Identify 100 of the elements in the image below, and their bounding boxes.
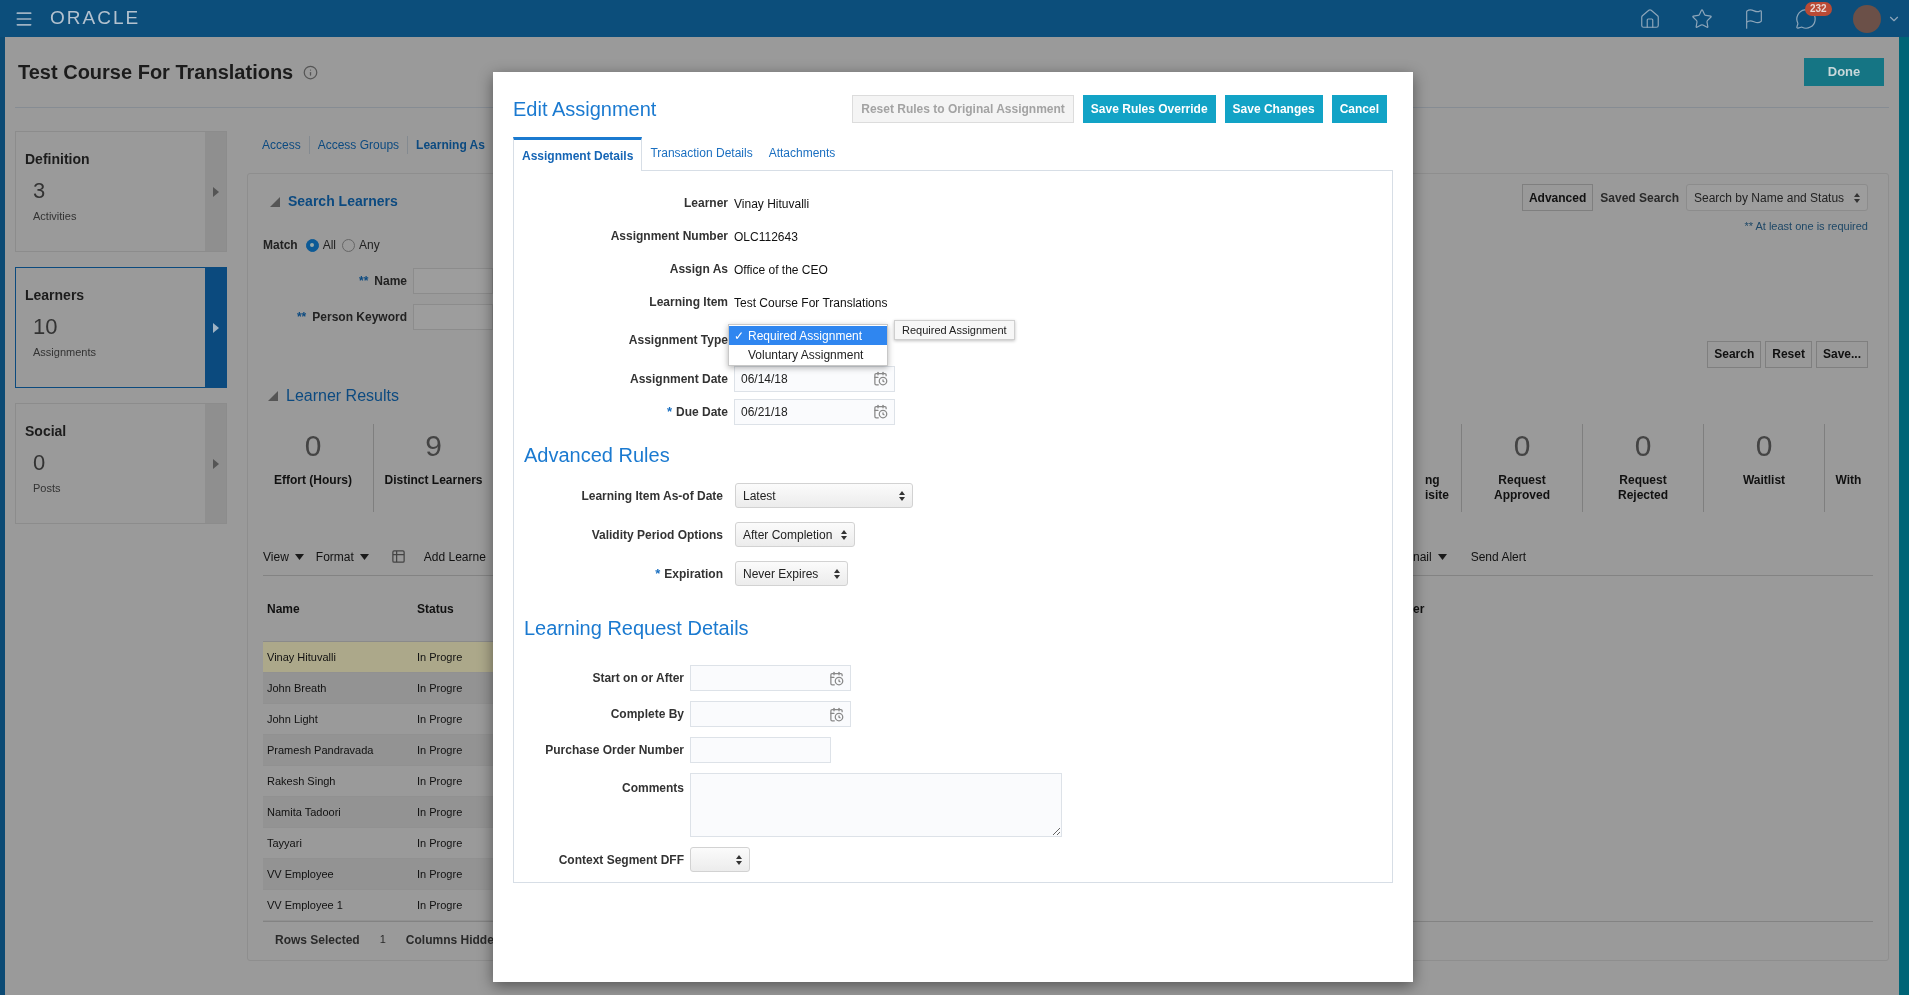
radio-option[interactable]: Any xyxy=(342,236,380,254)
match-label: Match xyxy=(263,237,298,254)
required-mark: ** xyxy=(296,309,307,326)
toolbar-button[interactable]: Send Alert xyxy=(1470,547,1527,566)
card-title: Social xyxy=(25,422,68,441)
section-heading: Learning Request Details xyxy=(524,616,750,641)
card-count: 3 xyxy=(32,178,47,204)
footer-label: Columns Hidde xyxy=(405,931,494,949)
table-cell-text: In Progre xyxy=(416,742,464,758)
table-cell-text: John Breath xyxy=(266,680,328,696)
page-tab[interactable]: Access xyxy=(262,136,309,154)
table-cell-text: In Progre xyxy=(416,804,464,820)
column-header: Name xyxy=(266,600,301,618)
comments-field[interactable] xyxy=(690,773,1062,837)
table-cell-text: In Progre xyxy=(416,649,464,665)
text-field[interactable] xyxy=(413,268,493,294)
page-tab[interactable]: Access Groups xyxy=(308,136,408,154)
info-icon[interactable] xyxy=(303,64,319,80)
done-button[interactable]: Done xyxy=(1804,58,1884,86)
date-field[interactable]: 06/21/18 xyxy=(734,398,895,425)
select-field[interactable]: Never Expires xyxy=(735,561,848,586)
calendar-icon[interactable] xyxy=(873,404,888,419)
calendar-icon[interactable] xyxy=(829,706,844,722)
metric-value: 0 xyxy=(1634,428,1652,464)
metric-label: Approved xyxy=(1494,488,1550,503)
side-card[interactable]: Social 0 Posts xyxy=(15,403,227,524)
table-row[interactable]: Vinay Hituvalli In Progre xyxy=(263,642,493,673)
field-label: Due Date xyxy=(676,403,728,421)
select-field[interactable]: After Completion xyxy=(735,522,855,547)
tooltip: Required Assignment xyxy=(894,320,1015,340)
field-label: Assignment Number xyxy=(610,227,728,245)
side-card[interactable]: Learners 10 Assignments xyxy=(15,267,227,388)
advanced-button[interactable]: Advanced xyxy=(1521,184,1594,211)
table-cell-text: In Progre xyxy=(416,680,464,696)
card-caption: Activities xyxy=(32,209,78,224)
field-label: Name xyxy=(374,273,407,290)
calendar-icon[interactable] xyxy=(829,670,844,686)
chevron-right-icon xyxy=(212,458,219,469)
toolbar-menu[interactable]: nail xyxy=(1413,547,1447,566)
required-mark: * xyxy=(666,402,672,421)
date-field[interactable]: 06/14/18 xyxy=(734,365,895,392)
home-icon[interactable] xyxy=(1639,7,1661,30)
saved-search-select[interactable]: Search by Name and Status xyxy=(1686,184,1868,211)
date-field[interactable] xyxy=(690,701,851,727)
table-row[interactable]: Pramesh Pandravada In Progre xyxy=(263,735,493,766)
sort-arrows-icon xyxy=(736,854,742,865)
search-form-button[interactable]: Reset xyxy=(1765,340,1812,368)
required-mark: * xyxy=(655,564,661,583)
side-card[interactable]: Definition 3 Activities xyxy=(15,131,227,252)
field-label: Purchase Order Number xyxy=(545,742,684,759)
star-icon[interactable] xyxy=(1691,7,1713,30)
radio-option[interactable]: All xyxy=(305,236,336,254)
field-value: Office of the CEO xyxy=(734,262,828,277)
table-cell-text: Vinay Hituvalli xyxy=(266,649,337,665)
metric-label: Effort (Hours) xyxy=(274,473,352,488)
field-label: Learner xyxy=(683,194,728,212)
metric-value: 9 xyxy=(425,428,442,464)
dialog-tab[interactable]: Attachments xyxy=(760,136,844,170)
table-cell-text: Pramesh Pandravada xyxy=(266,742,375,758)
date-field[interactable] xyxy=(690,665,851,691)
caret-icon xyxy=(1437,553,1447,560)
table-cell-text: In Progre xyxy=(416,897,464,913)
table-row[interactable]: John Breath In Progre xyxy=(263,673,493,704)
search-form-button[interactable]: Search xyxy=(1707,340,1762,368)
text-field[interactable] xyxy=(413,304,493,330)
table-row[interactable]: VV Employee In Progre xyxy=(263,859,493,890)
table-cell-text: VV Employee xyxy=(266,866,335,882)
card-caption: Posts xyxy=(32,481,62,496)
page-tab[interactable]: Learning As xyxy=(407,136,493,154)
select-field[interactable]: Latest xyxy=(735,483,913,508)
dialog-tab[interactable]: Transaction Details xyxy=(642,136,761,170)
caret-icon xyxy=(359,553,369,560)
saved-search-label: Saved Search xyxy=(1600,189,1679,207)
chevron-right-icon xyxy=(212,322,219,333)
dialog-tab[interactable]: Assignment Details xyxy=(513,137,643,171)
sort-arrows-icon xyxy=(834,568,840,579)
select-field[interactable] xyxy=(690,847,750,872)
dropdown-option[interactable]: ✓ Required Assignment xyxy=(729,326,887,345)
footer-value: 1 xyxy=(379,932,386,948)
metric-label: Request xyxy=(1619,473,1667,488)
search-form-button[interactable]: Save... xyxy=(1815,340,1868,368)
field-value: Vinay Hituvalli xyxy=(734,196,810,211)
flag-icon[interactable] xyxy=(1743,7,1765,30)
dropdown-option[interactable]: Voluntary Assignment xyxy=(729,345,887,364)
field-label: Learning Item xyxy=(649,293,728,311)
collapse-triangle-icon[interactable] xyxy=(270,196,280,207)
calendar-icon[interactable] xyxy=(873,371,888,386)
field-label: Assign As xyxy=(669,260,728,278)
section-title[interactable]: Search Learners xyxy=(288,191,398,212)
metric-label: isite xyxy=(1425,488,1449,503)
metric-label: With xyxy=(1835,473,1862,488)
table-icon[interactable] xyxy=(390,549,406,564)
toolbar-button[interactable]: Add Learne xyxy=(423,547,486,566)
field-label: Person Keyword xyxy=(312,309,407,326)
table-row[interactable]: Namita Tadoori In Progre xyxy=(263,797,493,828)
toolbar-menu[interactable]: Format xyxy=(315,547,369,566)
toolbar-menu[interactable]: View xyxy=(263,547,304,566)
section-title[interactable]: Learner Results xyxy=(286,384,399,408)
sort-arrows-icon xyxy=(1854,192,1860,203)
collapse-triangle-icon[interactable] xyxy=(268,391,278,401)
